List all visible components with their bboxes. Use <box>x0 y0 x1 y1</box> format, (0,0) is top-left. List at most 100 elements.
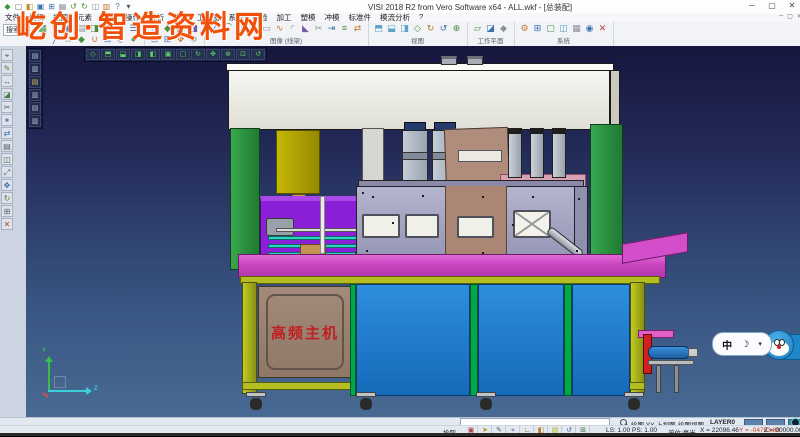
pan-view-icon[interactable]: ✥ <box>206 49 220 60</box>
mirror-icon[interactable]: ⇄ <box>352 23 364 34</box>
offset-icon[interactable]: ≡ <box>339 23 351 34</box>
side-cylinder-tip[interactable] <box>688 348 698 357</box>
left-view-icon[interactable]: ◧ <box>146 49 160 60</box>
layer-toggle-2-icon[interactable]: ▥ <box>29 63 41 75</box>
ime-pill[interactable]: 中 ☽ ▾ <box>712 332 772 356</box>
top-view-icon[interactable]: ⬒ <box>101 49 115 60</box>
side-blue-cylinder[interactable] <box>648 346 690 359</box>
array-tool-icon[interactable]: ⊞ <box>1 205 13 217</box>
back-view-icon[interactable]: ▣ <box>161 49 175 60</box>
beam-clamp-2[interactable] <box>467 56 483 65</box>
machine-right-column[interactable] <box>590 124 623 270</box>
layer-toggle-1-icon[interactable]: ▤ <box>29 50 41 62</box>
ime-toolbar[interactable]: 中 ☽ ▾ <box>712 328 800 362</box>
rotate-tool-icon[interactable]: ↻ <box>1 192 13 204</box>
side-table-leg-1[interactable] <box>656 365 661 393</box>
deck-motor[interactable] <box>266 218 294 236</box>
beam-clamp-1[interactable] <box>441 56 457 65</box>
section-icon[interactable]: ◪ <box>1 88 13 100</box>
machine-top-beam[interactable] <box>228 70 610 130</box>
extend-icon[interactable]: ⇥ <box>326 23 338 34</box>
ime-mode-indicator[interactable]: 中 <box>722 337 732 352</box>
station-window-2[interactable] <box>405 214 439 238</box>
slim-cylinder-3[interactable] <box>552 128 566 178</box>
delete-tool-icon[interactable]: ✕ <box>1 218 13 230</box>
view-prev-icon[interactable]: ↺ <box>438 23 450 34</box>
explode-icon[interactable]: ✶ <box>1 114 13 126</box>
measure-icon[interactable]: ⌖ <box>1 49 13 61</box>
layer-toggle-6-icon[interactable]: ▥ <box>29 115 41 127</box>
mdi-minimize-button[interactable]: ─ <box>779 13 783 20</box>
visi-logo-icon[interactable]: ◆ <box>3 2 12 11</box>
zoom-view-icon[interactable]: ⊕ <box>221 49 235 60</box>
trim-icon[interactable]: ✂ <box>313 23 325 34</box>
grid-icon[interactable]: ▦ <box>571 23 583 34</box>
settings-icon[interactable]: ⚙ <box>519 23 531 34</box>
cpl-view-icon[interactable]: ◪ <box>485 23 497 34</box>
slim-cylinder-2[interactable] <box>530 128 544 178</box>
layer-toggle-5-icon[interactable]: ▤ <box>29 102 41 114</box>
blue-panel-1[interactable] <box>356 284 470 396</box>
station-window-3[interactable] <box>457 216 494 238</box>
right-view-icon[interactable]: ◨ <box>131 49 145 60</box>
view-iso-icon[interactable]: ◇ <box>412 23 424 34</box>
blue-panel-2[interactable] <box>478 284 564 396</box>
cpl-entity-icon[interactable]: ◆ <box>498 23 510 34</box>
rotate-view-icon[interactable]: ↻ <box>191 49 205 60</box>
minimize-button[interactable]: ─ <box>746 1 758 11</box>
side-table-top[interactable] <box>648 360 694 365</box>
view-rotate-icon[interactable]: ↻ <box>425 23 437 34</box>
info-icon[interactable]: ◉ <box>584 23 596 34</box>
tan-door-slot[interactable] <box>458 150 502 162</box>
ime-tool-icon[interactable]: ▾ <box>758 340 762 348</box>
scale-tool-icon[interactable]: ⤢ <box>1 166 13 178</box>
deck-post[interactable] <box>320 196 325 254</box>
machine-top-beam-end[interactable] <box>610 70 620 130</box>
mirror-tool-icon[interactable]: ◫ <box>1 153 13 165</box>
refresh-view-icon[interactable]: ↺ <box>251 49 265 60</box>
view-side-icon[interactable]: ◨ <box>399 23 411 34</box>
polyline-icon[interactable]: ∿ <box>274 23 286 34</box>
move-tool-icon[interactable]: ✥ <box>1 179 13 191</box>
side-table-leg-2[interactable] <box>674 365 679 393</box>
caster-wheel-3[interactable] <box>480 398 492 410</box>
caster-foot-1[interactable] <box>246 392 266 397</box>
caster-foot-3[interactable] <box>476 392 496 397</box>
dimension-icon[interactable]: ↔ <box>1 75 13 87</box>
cpl-xy-icon[interactable]: ▱ <box>472 23 484 34</box>
cylinder-1-band[interactable] <box>402 152 428 160</box>
note-icon[interactable]: ✎ <box>1 62 13 74</box>
layer-toggle-3-icon[interactable]: ▤ <box>29 76 41 88</box>
window-icon[interactable]: ◫ <box>558 23 570 34</box>
caster-wheel-1[interactable] <box>250 398 262 410</box>
compare-icon[interactable]: ⇄ <box>1 127 13 139</box>
label-panel[interactable]: 高频主机 <box>258 286 352 378</box>
maximize-button[interactable]: ▢ <box>766 1 778 11</box>
view-front-icon[interactable]: ⬓ <box>386 23 398 34</box>
mdi-restore-button[interactable]: ▢ <box>787 13 793 20</box>
caster-foot-2[interactable] <box>356 392 376 397</box>
caster-foot-4[interactable] <box>624 392 644 397</box>
close-button[interactable]: ✕ <box>786 1 798 11</box>
caster-wheel-4[interactable] <box>628 398 640 410</box>
station-window-x[interactable] <box>513 210 551 238</box>
fillet-icon[interactable]: ◜ <box>287 23 299 34</box>
calculator-icon[interactable]: ⊞ <box>532 23 544 34</box>
front-view-icon[interactable]: ⬓ <box>116 49 130 60</box>
support-column[interactable] <box>362 128 384 188</box>
frame-left-leg[interactable] <box>242 282 257 394</box>
station-window-1[interactable] <box>362 214 400 238</box>
cyan-rail-1[interactable] <box>268 236 360 240</box>
slim-cylinder-1[interactable] <box>508 128 522 178</box>
layer-toggle-4-icon[interactable]: ▥ <box>29 89 41 101</box>
machine-left-column[interactable] <box>230 128 260 270</box>
fit-view-icon[interactable]: ⊡ <box>236 49 250 60</box>
view-top-icon[interactable]: ⬒ <box>373 23 385 34</box>
view-all-icon[interactable]: ⊕ <box>451 23 463 34</box>
yellow-hopper[interactable] <box>276 130 320 194</box>
clip-icon[interactable]: ✂ <box>1 101 13 113</box>
green-strip-right[interactable] <box>564 284 572 396</box>
caster-wheel-2[interactable] <box>360 398 372 410</box>
exit-icon[interactable]: ✕ <box>597 23 609 34</box>
iso-view-icon[interactable]: ◇ <box>86 49 100 60</box>
